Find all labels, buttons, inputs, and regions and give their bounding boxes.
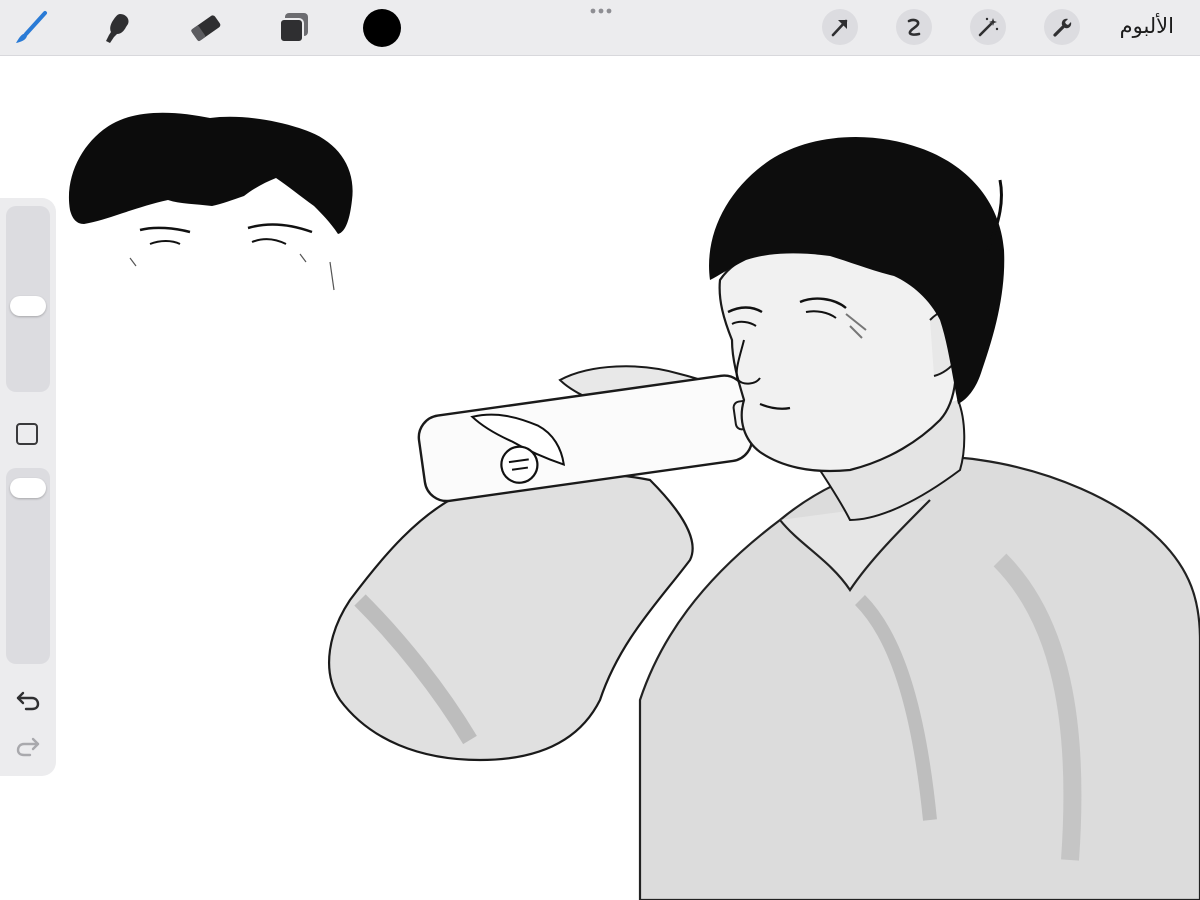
adjustments-button[interactable] [970,9,1006,45]
layers-tool[interactable] [274,8,314,48]
brush-size-slider[interactable] [6,206,50,392]
brush-icon [16,11,47,43]
selection-button[interactable] [896,9,932,45]
drawing-canvas[interactable] [0,56,1200,900]
actions-button[interactable] [1044,9,1080,45]
brush-tool[interactable] [10,8,50,48]
left-sidebar [0,198,56,776]
more-dots-icon[interactable] [589,6,613,16]
eraser-icon [191,15,221,41]
eraser-tool[interactable] [186,8,226,48]
selection-icon [907,18,921,36]
color-circle-icon [363,9,401,47]
opacity-slider[interactable] [6,468,50,664]
sketch-artwork [68,112,1200,900]
undo-icon[interactable] [14,686,42,712]
modify-square-icon[interactable] [16,423,38,445]
top-toolbar: الألبوم [0,0,1200,56]
smudge-icon [106,14,129,43]
transform-arrow-icon [831,19,848,37]
wrench-icon [1053,18,1072,37]
smudge-tool[interactable] [98,8,138,48]
redo-icon[interactable] [14,732,42,758]
magic-wand-icon [978,17,999,37]
opacity-thumb[interactable] [10,478,46,498]
color-swatch[interactable] [362,8,402,48]
transform-button[interactable] [822,9,858,45]
brush-size-thumb[interactable] [10,296,46,316]
gallery-link[interactable]: الألبوم [1120,14,1174,38]
layers-icon [279,13,308,43]
